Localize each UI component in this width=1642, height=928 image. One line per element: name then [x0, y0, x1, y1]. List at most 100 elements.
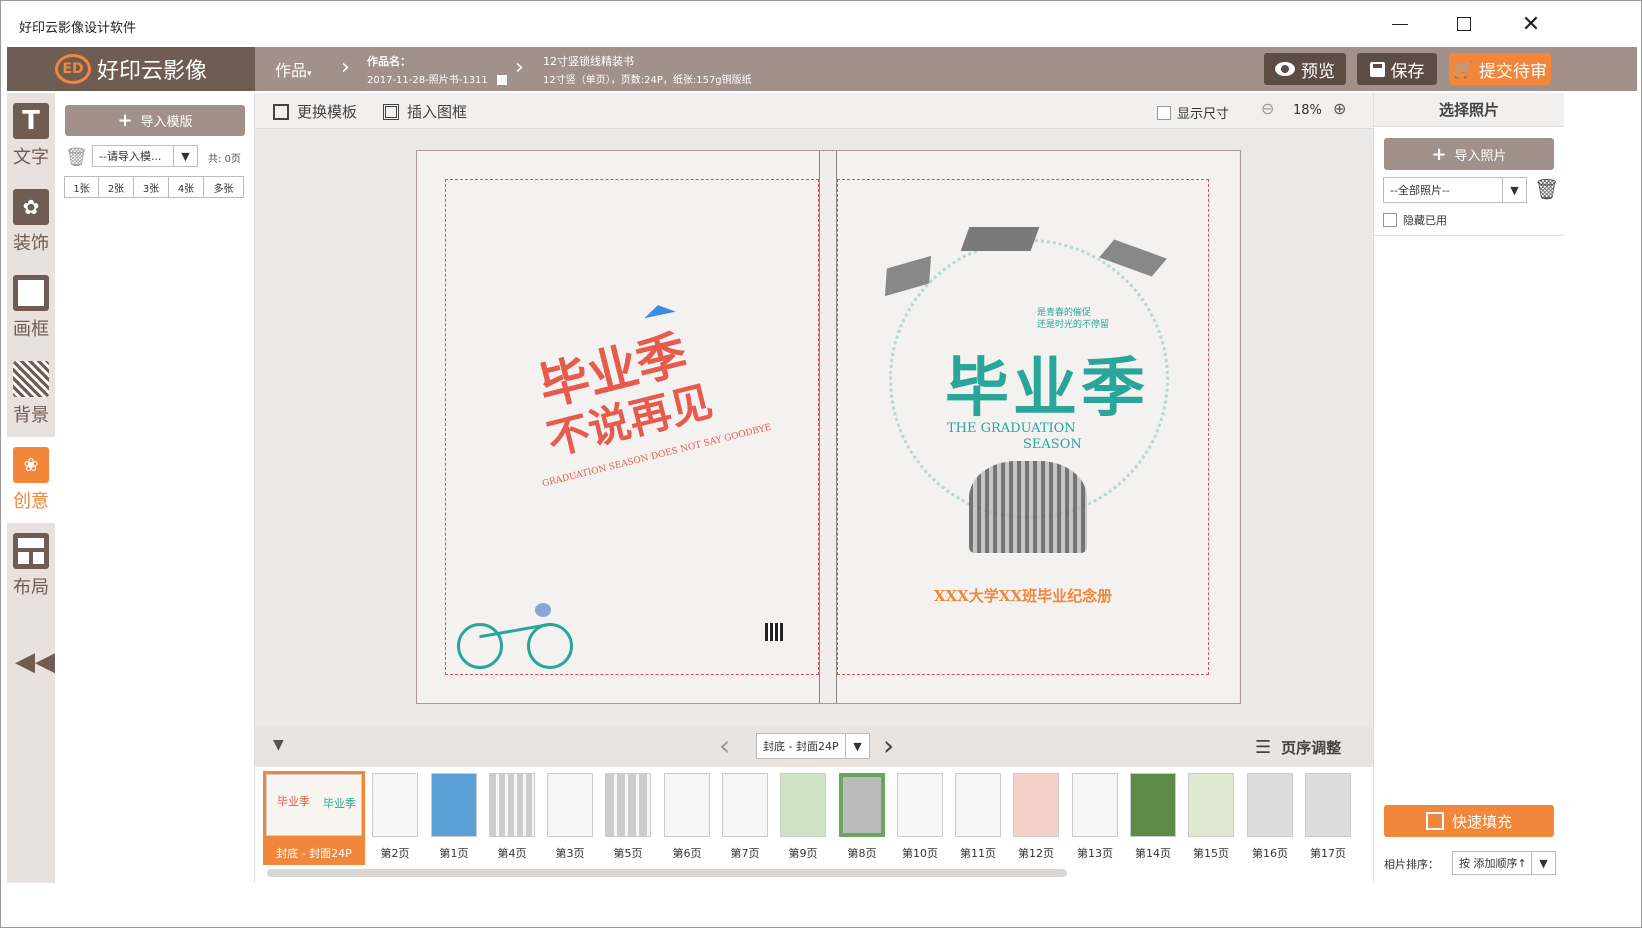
thumbnail-page[interactable] — [1130, 773, 1176, 837]
canvas-toolbar: 更换模板 插入图框 显示尺寸 ⊖ 18% ⊕ — [255, 93, 1373, 129]
sort-select[interactable]: 按 添加顺序↑ ▼ — [1452, 851, 1556, 875]
tool-background[interactable]: 背景 — [7, 351, 55, 437]
eye-icon — [1275, 62, 1295, 76]
quick-fill-button[interactable]: 快速填充 — [1384, 805, 1554, 837]
thumbnail-page[interactable] — [897, 773, 943, 837]
class-photo-illustration[interactable] — [969, 461, 1087, 553]
change-template-button[interactable]: 更换模板 — [273, 101, 357, 122]
qr-code — [765, 623, 783, 641]
dropdown-arrow-icon: ▼ — [1502, 178, 1526, 202]
collapse-icon[interactable]: ◀◀ — [15, 647, 55, 677]
filter-2[interactable]: 2张 — [99, 176, 134, 198]
thumbnail-page[interactable] — [1188, 773, 1234, 837]
sort-value: 按 添加顺序↑ — [1459, 857, 1527, 870]
filter-many[interactable]: 多张 — [204, 176, 244, 198]
back-cover[interactable]: 毕业季 不说再见 GRADUATION SEASON DOES NOT SAY … — [417, 151, 819, 703]
thumb-label: 第6页 — [672, 847, 702, 860]
trash-icon[interactable]: 🗑 — [1534, 177, 1559, 201]
thumbnail-page[interactable] — [1247, 773, 1293, 837]
thumbnail-page[interactable] — [780, 773, 826, 837]
front-cover[interactable]: 是青春的催促 还是时光的不停留 毕业季 THE GRADUATION SEASO… — [837, 151, 1239, 703]
tool-frame-label: 画框 — [13, 319, 49, 340]
thumb-label: 第15页 — [1193, 847, 1229, 860]
tool-decoration-label: 装饰 — [13, 233, 49, 254]
maximize-icon — [1457, 17, 1471, 31]
preview-button[interactable]: 预览 — [1264, 53, 1346, 85]
thumb-label: 第14页 — [1135, 847, 1171, 860]
thumbnail-page[interactable] — [722, 773, 768, 837]
front-caption[interactable]: XXX大学XX班毕业纪念册 — [837, 585, 1209, 606]
edit-icon[interactable] — [496, 75, 507, 85]
page-select[interactable]: 封底 - 封面24P ▼ — [756, 733, 870, 759]
work-name[interactable]: 2017-11-28-照片书-1311 — [367, 71, 507, 86]
close-icon: ✕ — [1521, 11, 1541, 37]
product-title: 12寸竖锁线精装书 — [543, 55, 634, 68]
filter-4[interactable]: 4张 — [169, 176, 204, 198]
logo: ED 好印云影像 — [7, 47, 255, 91]
tool-layout[interactable]: 布局 — [7, 523, 55, 609]
import-template-button[interactable]: + 导入模版 — [65, 105, 245, 136]
hide-used-checkbox[interactable] — [1383, 213, 1397, 227]
import-photo-button[interactable]: + 导入照片 — [1384, 138, 1554, 170]
thumbnail-page[interactable] — [839, 773, 885, 837]
save-label: 保存 — [1390, 61, 1425, 82]
thumbnail-page[interactable] — [664, 773, 710, 837]
front-en-2[interactable]: SEASON — [1023, 437, 1082, 452]
collapse-thumbnails-icon[interactable]: ▼ — [273, 737, 284, 753]
page-select-value: 封底 - 封面24P — [763, 740, 839, 753]
text-icon: T — [13, 103, 49, 139]
show-size-toggle[interactable]: 显示尺寸 — [1157, 103, 1229, 122]
title-bar: 好印云影像设计软件 ✕ — [1, 1, 1641, 45]
tool-text[interactable]: T 文字 — [7, 93, 55, 179]
thumbnail-page[interactable] — [605, 773, 651, 837]
thumb-label: 第11页 — [960, 847, 996, 860]
thumbnail-page[interactable] — [431, 773, 477, 837]
bicycle-image[interactable] — [457, 595, 577, 673]
fill-icon — [1425, 812, 1444, 830]
maximize-button[interactable] — [1439, 9, 1489, 39]
save-button[interactable]: 保存 — [1357, 53, 1437, 85]
page-order-button[interactable]: ☰ 页序调整 — [1255, 737, 1341, 758]
logo-text: 好印云影像 — [96, 59, 207, 84]
insert-frame-button[interactable]: 插入图框 — [383, 101, 467, 122]
tool-text-label: 文字 — [13, 147, 49, 168]
prev-page-icon[interactable]: ‹ — [719, 729, 730, 762]
front-title[interactable]: 毕业季 — [945, 337, 1149, 429]
front-small-2[interactable]: 还是时光的不停留 — [1037, 317, 1109, 330]
thumbnail-cover[interactable]: 毕业季 毕业季 — [266, 774, 362, 836]
submit-button[interactable]: 🛒 提交待审 — [1449, 53, 1551, 85]
minimize-button[interactable] — [1375, 9, 1425, 39]
quick-fill-label: 快速填充 — [1451, 812, 1512, 831]
filter-3[interactable]: 3张 — [134, 176, 169, 198]
thumbnail-page[interactable] — [1305, 773, 1351, 837]
zoom-in-icon[interactable]: ⊕ — [1333, 99, 1346, 118]
works-menu[interactable]: 作品▾ — [275, 57, 312, 81]
template-count: 共: 0页 — [208, 154, 241, 165]
thumbnail-page[interactable] — [489, 773, 535, 837]
front-en-1[interactable]: THE GRADUATION — [947, 421, 1076, 436]
zoom-out-icon[interactable]: ⊖ — [1261, 99, 1274, 118]
thumbnail-page[interactable] — [1013, 773, 1059, 837]
trash-icon[interactable]: 🗑 — [65, 147, 88, 168]
show-size-label: 显示尺寸 — [1177, 107, 1230, 122]
tool-decoration[interactable]: ✿ 装饰 — [7, 179, 55, 265]
thumbnail-page[interactable] — [547, 773, 593, 837]
photo-filter-select[interactable]: --全部照片-- ▼ — [1383, 177, 1527, 203]
thumbnail-page[interactable] — [372, 773, 418, 837]
show-size-checkbox[interactable] — [1157, 105, 1171, 120]
thumb-label: 第12页 — [1018, 847, 1054, 860]
close-button[interactable]: ✕ — [1506, 9, 1556, 39]
thumbnail-scrollbar[interactable] — [267, 869, 1067, 877]
sort-label: 相片排序： — [1384, 858, 1439, 871]
template-select[interactable]: --请导入模... ▼ — [92, 145, 198, 167]
photo-count-filter: 1张 2张 3张 4张 多张 — [64, 176, 244, 198]
filter-1[interactable]: 1张 — [64, 176, 99, 198]
book-spine — [819, 151, 837, 703]
next-page-icon[interactable]: › — [883, 729, 894, 762]
hide-used-toggle[interactable]: 隐藏已用 — [1383, 212, 1447, 228]
tool-creative[interactable]: ❀ 创意 — [7, 437, 55, 523]
thumbnail-page[interactable] — [1072, 773, 1118, 837]
tool-frame[interactable]: 画框 — [7, 265, 55, 351]
works-menu-label: 作品 — [275, 61, 308, 80]
thumbnail-page[interactable] — [955, 773, 1001, 837]
